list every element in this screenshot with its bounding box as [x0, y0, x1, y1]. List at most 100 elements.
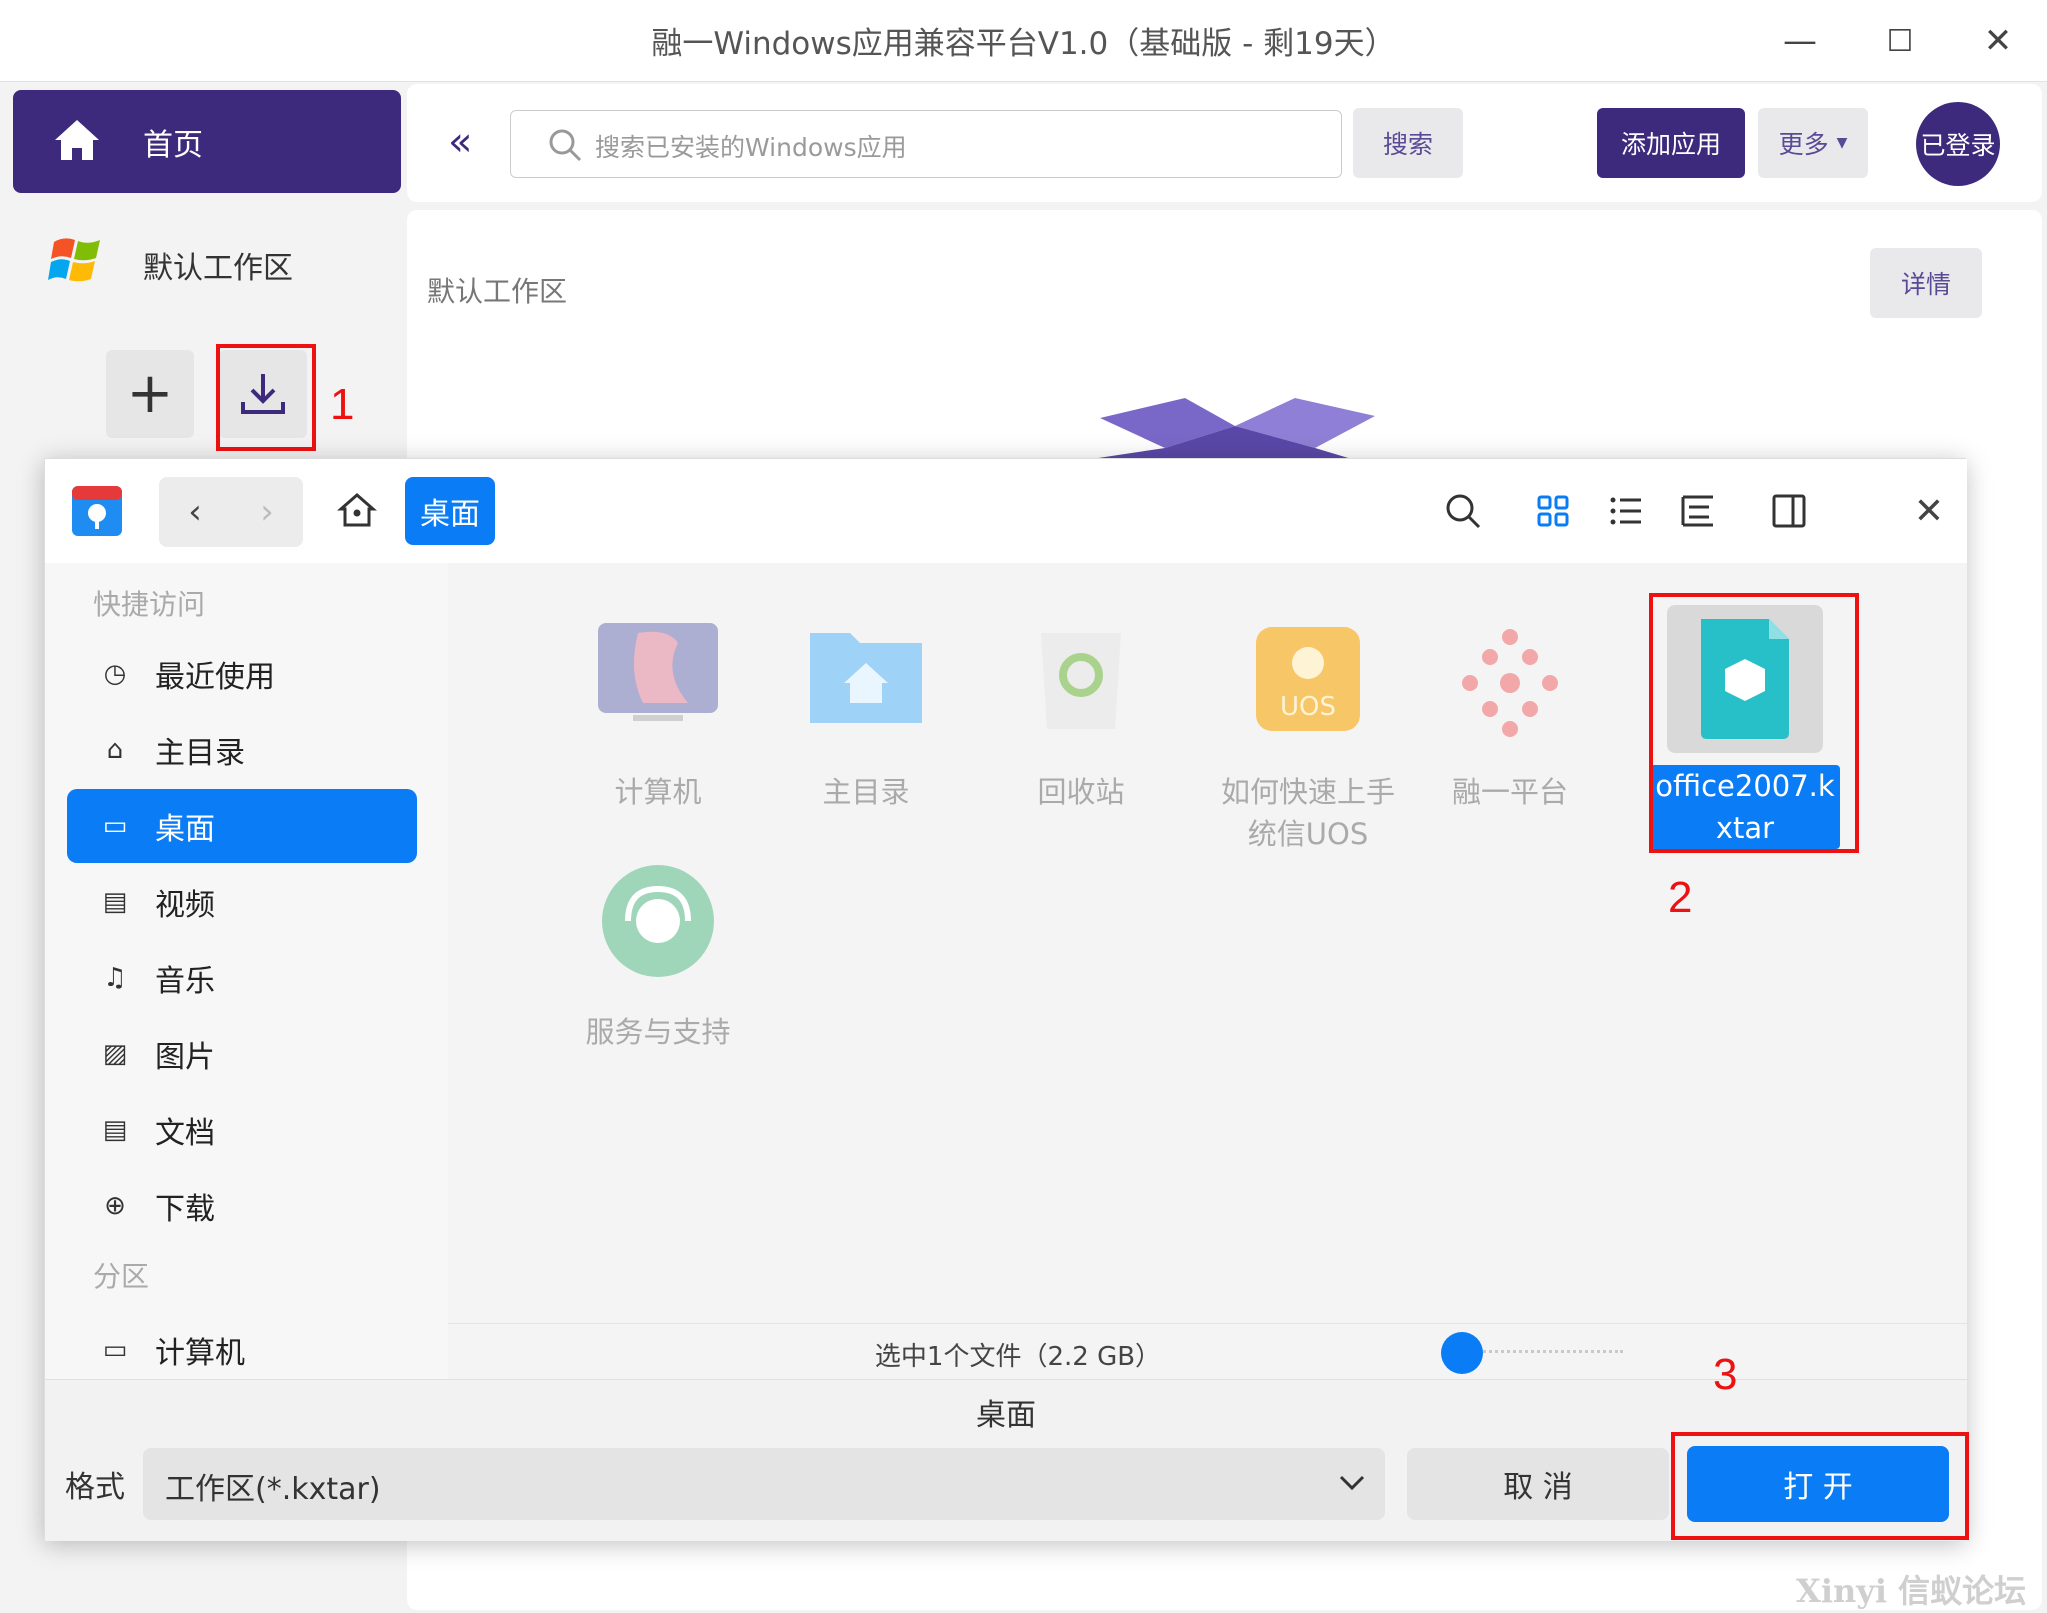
search-button[interactable]: 搜索	[1353, 108, 1463, 178]
sidebar-item-label: 下载	[155, 1192, 215, 1227]
sidebar-item-label: 主目录	[155, 736, 245, 771]
history-nav: ‹ ›	[159, 477, 303, 547]
file-open-dialog: ‹ › 桌面 ✕ 快捷访问 ◷ 最近使用 ⌂ 主目录 ▭ 桌面 ▤ 视频 ♫ 音…	[44, 458, 1969, 1541]
support-icon	[602, 865, 714, 977]
sidebar-item-label: 视频	[155, 888, 215, 923]
document-icon: ▤	[102, 1115, 128, 1145]
chevron-down-icon	[1339, 1475, 1365, 1491]
empty-box-illustration	[1085, 398, 1375, 460]
icon-view-icon[interactable]	[1531, 489, 1575, 533]
cancel-button[interactable]: 取 消	[1407, 1448, 1669, 1520]
file-label: 主目录	[822, 775, 910, 809]
detail-panel-icon[interactable]	[1767, 489, 1811, 533]
list-view-icon[interactable]	[1603, 489, 1647, 533]
sidebar-item-label: 计算机	[155, 1336, 245, 1371]
tree-view-icon[interactable]	[1675, 489, 1719, 533]
file-item[interactable]: 计算机	[563, 623, 753, 813]
svg-text:UOS: UOS	[1280, 692, 1336, 722]
file-label: 回收站	[1037, 775, 1125, 809]
sidebar-item-videos[interactable]: ▤ 视频	[67, 865, 417, 939]
annotation-box-2	[1649, 593, 1859, 853]
current-location: 桌面	[976, 1398, 1036, 1433]
annotation-box-3	[1671, 1432, 1969, 1540]
add-app-button[interactable]: 添加应用	[1597, 108, 1745, 178]
zoom-slider-handle[interactable]	[1441, 1332, 1483, 1374]
maximize-button[interactable]: ☐	[1870, 14, 1930, 68]
more-dropdown[interactable]: 更多 ▼	[1758, 108, 1868, 178]
dialog-footer: 桌面 格式 工作区(*.kxtar) 取 消 打 开 3	[45, 1350, 1969, 1541]
monitor-icon: ▭	[102, 1335, 128, 1365]
home-nav-icon[interactable]	[337, 491, 377, 531]
close-window-button[interactable]: ✕	[1968, 14, 2028, 68]
sidebar-item-pictures[interactable]: ▨ 图片	[67, 1017, 417, 1091]
format-label: 格式	[65, 1470, 125, 1505]
home-folder-icon	[810, 633, 922, 723]
collapse-sidebar-button[interactable]: «	[448, 120, 472, 164]
login-avatar-button[interactable]: 已登录	[1916, 102, 2000, 186]
image-icon: ▨	[102, 1039, 128, 1069]
forward-button[interactable]: ›	[231, 477, 303, 547]
search-input[interactable]: 搜索已安装的Windows应用	[510, 110, 1342, 178]
minimize-button[interactable]: —	[1770, 14, 1830, 68]
trash-icon	[1041, 633, 1121, 729]
file-item[interactable]: 回收站	[986, 623, 1176, 813]
desktop-icon: ▭	[102, 811, 128, 841]
watermark: Xinyi 信蚁论坛	[1796, 1572, 2027, 1610]
file-label: 计算机	[614, 775, 702, 809]
search-icon[interactable]	[1441, 489, 1485, 533]
annotation-number-3: 3	[1713, 1350, 1738, 1399]
rongyi-icon	[1462, 629, 1558, 737]
file-item[interactable]: 主目录	[771, 623, 961, 813]
sidebar-item-label: 图片	[155, 1040, 215, 1075]
file-label: 如何快速上手统信UOS	[1220, 775, 1395, 851]
sidebar-item-workspace[interactable]: 默认工作区	[13, 210, 401, 310]
sidebar-item-desktop[interactable]: ▭ 桌面	[67, 789, 417, 863]
add-workspace-button[interactable]: +	[106, 350, 194, 438]
quick-access-heading: 快捷访问	[93, 588, 206, 621]
close-dialog-icon[interactable]: ✕	[1899, 481, 1959, 541]
more-label: 更多	[1778, 130, 1829, 159]
sidebar-item-label: 最近使用	[155, 660, 275, 695]
uos-guide-icon: UOS	[1256, 627, 1360, 731]
file-manager-logo-icon	[72, 486, 122, 536]
format-select[interactable]: 工作区(*.kxtar)	[143, 1448, 1385, 1520]
annotation-number-2: 2	[1668, 873, 1693, 922]
workspace-title: 默认工作区	[427, 275, 568, 308]
film-icon: ▤	[102, 887, 128, 917]
file-item[interactable]: UOS 如何快速上手统信UOS	[1208, 623, 1408, 855]
sidebar-item-downloads[interactable]: ⊕ 下载	[67, 1169, 417, 1243]
home-icon	[55, 120, 99, 160]
selection-status: 选中1个文件（2.2 GB）	[874, 1342, 1162, 1372]
sidebar-item-label: 默认工作区	[143, 251, 293, 286]
sidebar-item-documents[interactable]: ▤ 文档	[67, 1093, 417, 1167]
sidebar-item-computer[interactable]: ▭ 计算机	[67, 1321, 417, 1379]
download-icon: ⊕	[104, 1191, 126, 1221]
sidebar-item-home[interactable]: ⌂ 主目录	[67, 713, 417, 787]
windows-logo-icon	[48, 238, 100, 282]
file-item[interactable]: 服务与支持	[563, 863, 753, 1053]
sidebar-item-recent[interactable]: ◷ 最近使用	[67, 637, 417, 711]
sidebar-item-label: 首页	[143, 128, 203, 163]
file-label: 服务与支持	[585, 1015, 731, 1049]
file-grid: 计算机 主目录 回收站 UOS 如何快速上手统信UOS 融一平台 office2…	[448, 563, 1967, 1323]
sidebar-item-music[interactable]: ♫ 音乐	[67, 941, 417, 1015]
partition-heading: 分区	[93, 1260, 150, 1293]
annotation-number-1: 1	[330, 380, 355, 429]
back-button[interactable]: ‹	[159, 477, 231, 547]
breadcrumb-desktop[interactable]: 桌面	[405, 477, 495, 545]
music-icon: ♫	[103, 963, 127, 993]
plus-icon: +	[126, 361, 174, 426]
search-icon	[549, 129, 582, 162]
sidebar-item-home[interactable]: 首页	[13, 90, 401, 193]
file-item[interactable]: 融一平台	[1415, 623, 1605, 813]
search-placeholder: 搜索已安装的Windows应用	[595, 133, 907, 162]
annotation-box-1	[216, 344, 316, 451]
file-label: 融一平台	[1451, 775, 1568, 809]
window-title: 融一Windows应用兼容平台V1.0（基础版 - 剩19天）	[651, 26, 1396, 62]
dialog-sidebar: 快捷访问 ◷ 最近使用 ⌂ 主目录 ▭ 桌面 ▤ 视频 ♫ 音乐 ▨ 图片 ▤ …	[45, 563, 448, 1379]
status-bar: 选中1个文件（2.2 GB）	[448, 1323, 1967, 1379]
details-button[interactable]: 详情	[1870, 248, 1982, 318]
dialog-toolbar: ‹ › 桌面 ✕	[45, 459, 1967, 563]
sidebar-item-label: 文档	[155, 1116, 215, 1151]
sidebar-item-label: 音乐	[155, 964, 215, 999]
